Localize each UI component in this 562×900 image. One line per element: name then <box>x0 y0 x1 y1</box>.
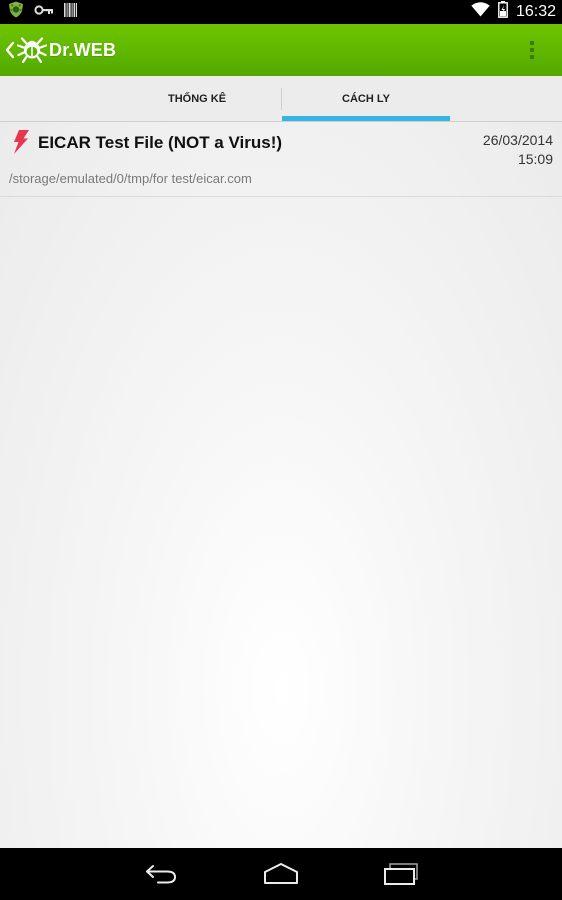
overflow-menu-icon[interactable] <box>520 38 544 62</box>
system-icons: 16:32 <box>471 0 556 24</box>
active-tab-indicator <box>282 116 450 121</box>
list-item[interactable]: EICAR Test File (NOT a Virus!) 26/03/201… <box>0 122 562 197</box>
drweb-spider-logo <box>17 37 47 63</box>
navigation-bar <box>0 848 562 900</box>
app-title: Dr.WEB <box>49 39 117 60</box>
notification-icons <box>8 1 77 23</box>
threat-time: 15:09 <box>517 151 553 167</box>
barcode-icon <box>64 2 77 22</box>
tab-bar: THỐNG KÊ CÁCH LY <box>0 76 562 122</box>
action-bar: Dr.WEB <box>0 24 562 76</box>
threat-bolt-icon <box>14 130 29 154</box>
threat-date: 26/03/2014 <box>482 132 553 148</box>
home-up-button[interactable]: Dr.WEB <box>4 24 116 76</box>
threat-name: EICAR Test File (NOT a Virus!) <box>38 133 283 152</box>
battery-icon <box>498 1 508 23</box>
vpn-key-icon <box>34 3 54 21</box>
status-bar: 16:32 <box>0 0 562 24</box>
status-time: 16:32 <box>515 3 556 20</box>
threat-path: /storage/emulated/0/tmp/for test/eicar.c… <box>9 171 252 186</box>
wifi-icon <box>471 2 490 22</box>
drweb-shield-icon <box>8 1 24 23</box>
quarantine-list: EICAR Test File (NOT a Virus!) 26/03/201… <box>0 122 562 848</box>
tab-statistics[interactable]: THỐNG KÊ <box>112 76 282 121</box>
tab-quarantine[interactable]: CÁCH LY <box>282 76 450 121</box>
home-icon[interactable] <box>261 862 301 886</box>
recent-apps-icon[interactable] <box>381 862 421 886</box>
back-icon[interactable] <box>142 862 182 886</box>
chevron-left-icon <box>5 41 15 59</box>
